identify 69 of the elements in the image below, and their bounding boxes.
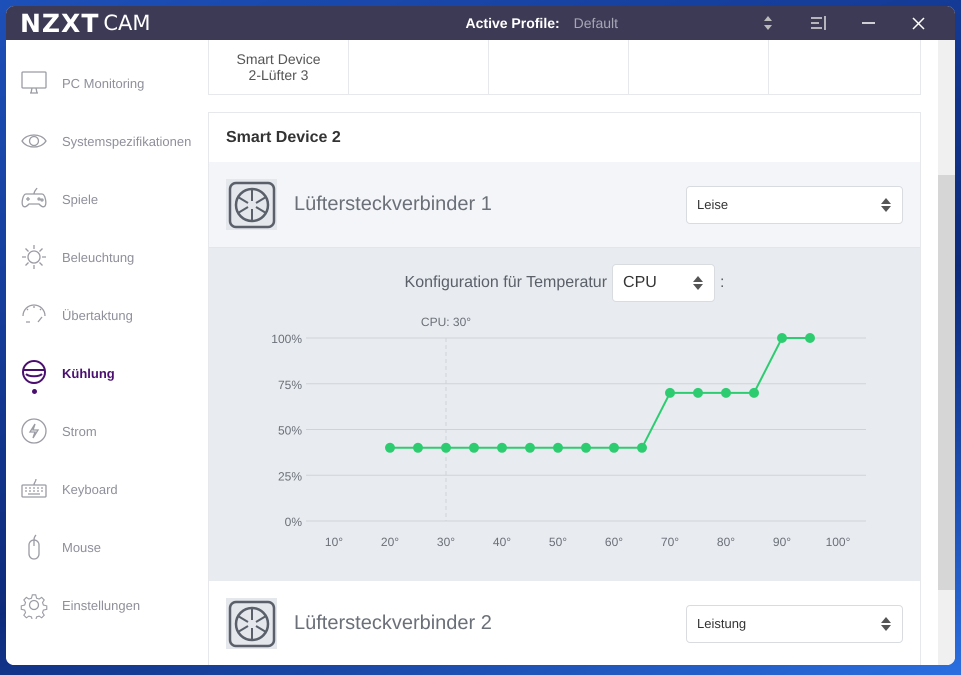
curve-point[interactable] [581, 442, 591, 453]
x-tick-label: 90° [772, 535, 792, 549]
x-tick-label: 40° [492, 535, 512, 549]
curve-point[interactable] [609, 442, 619, 453]
sidebar-item[interactable]: Systemspezifikationen [6, 112, 200, 170]
y-tick-label: 75% [278, 378, 302, 392]
colon-label: : [720, 274, 724, 292]
curve-point[interactable] [805, 333, 815, 343]
x-tick-label: 20° [380, 535, 400, 549]
sun-icon [20, 243, 48, 271]
x-tick-label: 10° [324, 535, 344, 549]
app-logo: NZXT [20, 8, 100, 38]
app-name: CAM [103, 11, 151, 35]
profile-switch-icon[interactable] [762, 15, 774, 31]
y-tick-label: 50% [278, 424, 302, 438]
updown-caret-icon [880, 196, 892, 212]
y-tick-label: 0% [284, 515, 302, 529]
curve-point[interactable] [385, 442, 395, 453]
active-dot [32, 389, 37, 394]
current-temperature-label: CPU: 30° [420, 315, 472, 329]
updown-caret-icon [692, 275, 704, 291]
curve-point[interactable] [693, 388, 703, 398]
x-tick-label: 70° [660, 535, 680, 549]
profile-value[interactable]: Default [574, 15, 618, 31]
curve-point[interactable] [749, 388, 759, 398]
fan-mode-dropdown[interactable]: Leistung [686, 604, 903, 642]
fan-name: Lüftersteckverbinder 1 [294, 193, 493, 216]
y-tick-label: 25% [278, 469, 302, 484]
scrollbar[interactable] [938, 40, 955, 665]
updown-caret-icon [880, 616, 892, 632]
sidebar-item[interactable]: Übertaktung [6, 286, 200, 344]
curve-point[interactable] [469, 442, 479, 453]
curve-point[interactable] [777, 333, 787, 343]
curve-point[interactable] [553, 442, 563, 453]
sidebar-item[interactable]: Einstellungen [6, 576, 200, 634]
sidebar-item[interactable]: Spiele [6, 170, 200, 228]
sidebar-item[interactable]: Mouse [6, 518, 200, 576]
device-title: Smart Device 2 [225, 128, 342, 148]
sensor-dropdown[interactable]: CPU [612, 264, 716, 302]
cooling-icon [20, 359, 48, 387]
sidebar-item[interactable]: Kühlung [6, 344, 200, 402]
sidebar-item[interactable]: PC Monitoring [6, 54, 200, 112]
curve-point[interactable] [497, 442, 507, 453]
sidebar-item[interactable]: Strom [6, 402, 200, 460]
config-label: Konfiguration für Temperatur [404, 274, 608, 292]
fan-row[interactable]: Lüftersteckverbinder 1 Leise [209, 162, 920, 248]
fan-icon [226, 179, 277, 230]
x-tick-label: 60° [604, 535, 624, 549]
curve-point[interactable] [665, 388, 675, 398]
x-tick-label: 50° [548, 535, 568, 549]
menu-icon[interactable] [809, 15, 827, 31]
close-icon[interactable] [910, 16, 926, 30]
fan-icon [226, 598, 277, 649]
x-tick-label: 80° [716, 535, 736, 549]
device-tab[interactable]: Smart Device 2-Lüfter 3 [209, 40, 349, 94]
fan-name: Lüftersteckverbinder 2 [294, 612, 493, 635]
x-tick-label: 100° [826, 535, 850, 549]
sidebar-item[interactable]: Beleuchtung [6, 228, 200, 286]
curve-point[interactable] [525, 442, 535, 453]
curve-point[interactable] [721, 388, 731, 398]
fan-mode-dropdown[interactable]: Leise [686, 186, 903, 224]
profile-label: Active Profile: [466, 15, 560, 31]
y-tick-label: 100% [271, 332, 302, 346]
lightning-icon [20, 417, 48, 445]
sidebar-item[interactable]: Keyboard [6, 460, 200, 518]
curve-point[interactable] [441, 442, 451, 453]
curve-point[interactable] [413, 442, 423, 453]
curve-point[interactable] [637, 442, 647, 453]
x-tick-label: 30° [436, 535, 456, 549]
